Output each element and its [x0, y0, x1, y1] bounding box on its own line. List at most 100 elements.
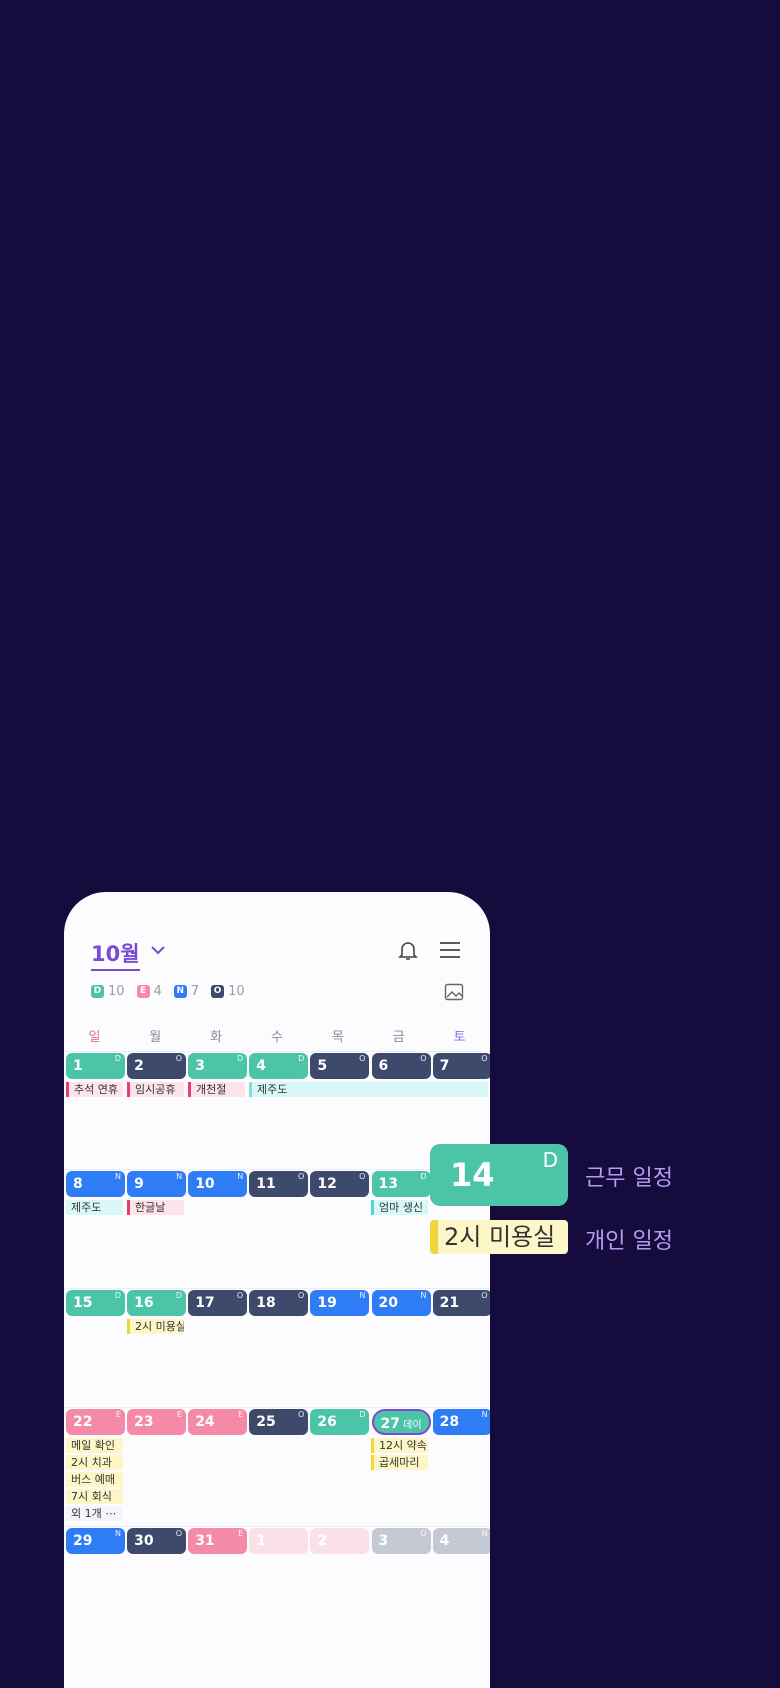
day-cell[interactable]: 9N: [127, 1171, 187, 1197]
day-shift: N: [420, 1291, 427, 1300]
day-shift: E: [238, 1529, 244, 1538]
day-number: 4: [439, 1533, 450, 1549]
day-cell[interactable]: 25 O: [249, 1409, 309, 1435]
day-cell[interactable]: 15 D: [66, 1290, 125, 1316]
day-number: 13: [378, 1176, 398, 1192]
phone-screen: 10월 D 10 E4 N7 O 10 일 월 화 수 목 금 토 1D2O3D4D…: [64, 892, 490, 1688]
day-number: 23: [134, 1414, 154, 1430]
day-number: 1: [256, 1533, 267, 1549]
day-shift: D: [298, 1054, 305, 1063]
event-chip[interactable]: 제주도: [249, 1082, 488, 1097]
day-shift-label: 데이: [399, 1420, 422, 1431]
day-cell[interactable]: 3D: [188, 1053, 248, 1079]
more-events-link[interactable]: 외 1개 ⋯: [66, 1506, 123, 1521]
day-number: 31: [195, 1533, 215, 1549]
day-cell[interactable]: 8N: [66, 1171, 125, 1197]
day-number: 15: [73, 1295, 93, 1311]
event-chip[interactable]: 곱세마리: [371, 1455, 428, 1470]
day-cell[interactable]: 4N: [432, 1528, 490, 1554]
weekday-mon: 월: [149, 1030, 162, 1045]
weekday-header: 일 월 화 수 목 금 토: [64, 1026, 490, 1045]
day-shift: D: [114, 1291, 121, 1300]
weekday-tue: 화: [210, 1030, 223, 1045]
day-number: 1: [73, 1058, 83, 1074]
day-cell[interactable]: 22 E: [66, 1409, 125, 1435]
day-shift: O: [175, 1054, 183, 1063]
event-chip[interactable]: 엄마 생신: [371, 1200, 428, 1215]
day-cell[interactable]: 19 N: [310, 1290, 370, 1316]
day-cell[interactable]: 3O: [371, 1528, 431, 1554]
day-cell[interactable]: 2O: [127, 1053, 187, 1079]
day-cell[interactable]: 4D: [249, 1053, 309, 1079]
day-cell[interactable]: 26 D: [310, 1409, 370, 1435]
day-cell[interactable]: 16 D: [127, 1290, 187, 1316]
day-cell[interactable]: 7O: [432, 1053, 490, 1079]
count-n: N7: [173, 984, 200, 999]
menu-icon[interactable]: [439, 940, 461, 960]
day-number: 22: [73, 1414, 93, 1430]
event-chip[interactable]: 12시 약속: [371, 1438, 428, 1453]
event-chip[interactable]: 개천절: [188, 1082, 245, 1097]
legend-shift-chip: 14 D: [430, 1144, 568, 1206]
event-chip[interactable]: 제주도: [66, 1200, 123, 1215]
day-shift: D: [420, 1172, 427, 1181]
event-chip[interactable]: 한글날: [127, 1200, 184, 1215]
event-chip[interactable]: 임시공휴: [127, 1082, 184, 1097]
day-cell[interactable]: 10 N: [188, 1171, 248, 1197]
day-cell[interactable]: 17 O: [188, 1290, 248, 1316]
event-chip[interactable]: 메일 확인: [66, 1438, 123, 1453]
day-number: 9: [134, 1176, 144, 1192]
day-number: 27: [380, 1416, 400, 1432]
day-cell[interactable]: 20 N: [371, 1290, 431, 1316]
day-number: 29: [73, 1533, 93, 1549]
weekday-wed: 수: [271, 1030, 283, 1045]
day-shift: O: [298, 1291, 305, 1300]
day-cell[interactable]: 31 E: [188, 1528, 248, 1554]
day-number: 11: [256, 1176, 276, 1192]
day-cell[interactable]: 13 D: [371, 1171, 431, 1197]
day-number: 24: [195, 1414, 215, 1430]
bell-icon[interactable]: [396, 938, 420, 962]
day-cell[interactable]: 27 데이: [371, 1409, 431, 1435]
event-chip[interactable]: 2시 미용실: [127, 1319, 184, 1334]
day-cell[interactable]: 12 O: [310, 1171, 370, 1197]
event-chip[interactable]: 2시 치과: [66, 1455, 123, 1470]
event-chip[interactable]: 버스 예매: [66, 1472, 123, 1487]
shift-counts: D 10 E4 N7 O 10: [91, 984, 245, 999]
count-d: D 10: [91, 984, 125, 999]
day-cell[interactable]: 1D: [66, 1053, 125, 1079]
month-title[interactable]: 10월: [91, 938, 140, 971]
day-shift: O: [359, 1054, 366, 1063]
day-cell[interactable]: 28 N: [432, 1409, 490, 1435]
day-shift: O: [420, 1529, 427, 1538]
day-cell[interactable]: 21 O: [432, 1290, 490, 1316]
day-cell[interactable]: 2: [310, 1528, 370, 1554]
day-cell[interactable]: 6O: [371, 1053, 431, 1079]
day-cell[interactable]: 1: [249, 1528, 309, 1554]
day-shift: O: [175, 1529, 183, 1538]
day-cell[interactable]: 30 O: [127, 1528, 187, 1554]
day-shift: N: [359, 1291, 366, 1300]
day-cell[interactable]: 18 O: [249, 1290, 309, 1316]
legend-chip-day: 14: [450, 1156, 495, 1194]
badge-n: N: [173, 985, 187, 998]
day-number: 28: [439, 1414, 460, 1430]
day-cell[interactable]: 23 E: [127, 1409, 187, 1435]
chevron-down-icon[interactable]: [148, 940, 168, 960]
image-icon[interactable]: [444, 982, 464, 1002]
day-shift: O: [359, 1172, 366, 1181]
day-cell[interactable]: 24 E: [188, 1409, 248, 1435]
day-shift: D: [237, 1054, 244, 1063]
event-chip[interactable]: 추석 연휴: [66, 1082, 123, 1097]
day-cell[interactable]: 11 O: [249, 1171, 309, 1197]
event-chip[interactable]: 7시 회식: [66, 1489, 123, 1504]
day-shift: N: [481, 1410, 488, 1419]
count-n-value: 7: [190, 984, 200, 999]
day-shift: O: [481, 1291, 488, 1300]
day-shift: O: [420, 1054, 427, 1063]
day-number: 30: [134, 1533, 154, 1549]
day-cell[interactable]: 29 N: [66, 1528, 125, 1554]
day-cell[interactable]: 5O: [310, 1053, 370, 1079]
day-number: 6: [378, 1058, 389, 1074]
day-shift: O: [298, 1410, 305, 1419]
